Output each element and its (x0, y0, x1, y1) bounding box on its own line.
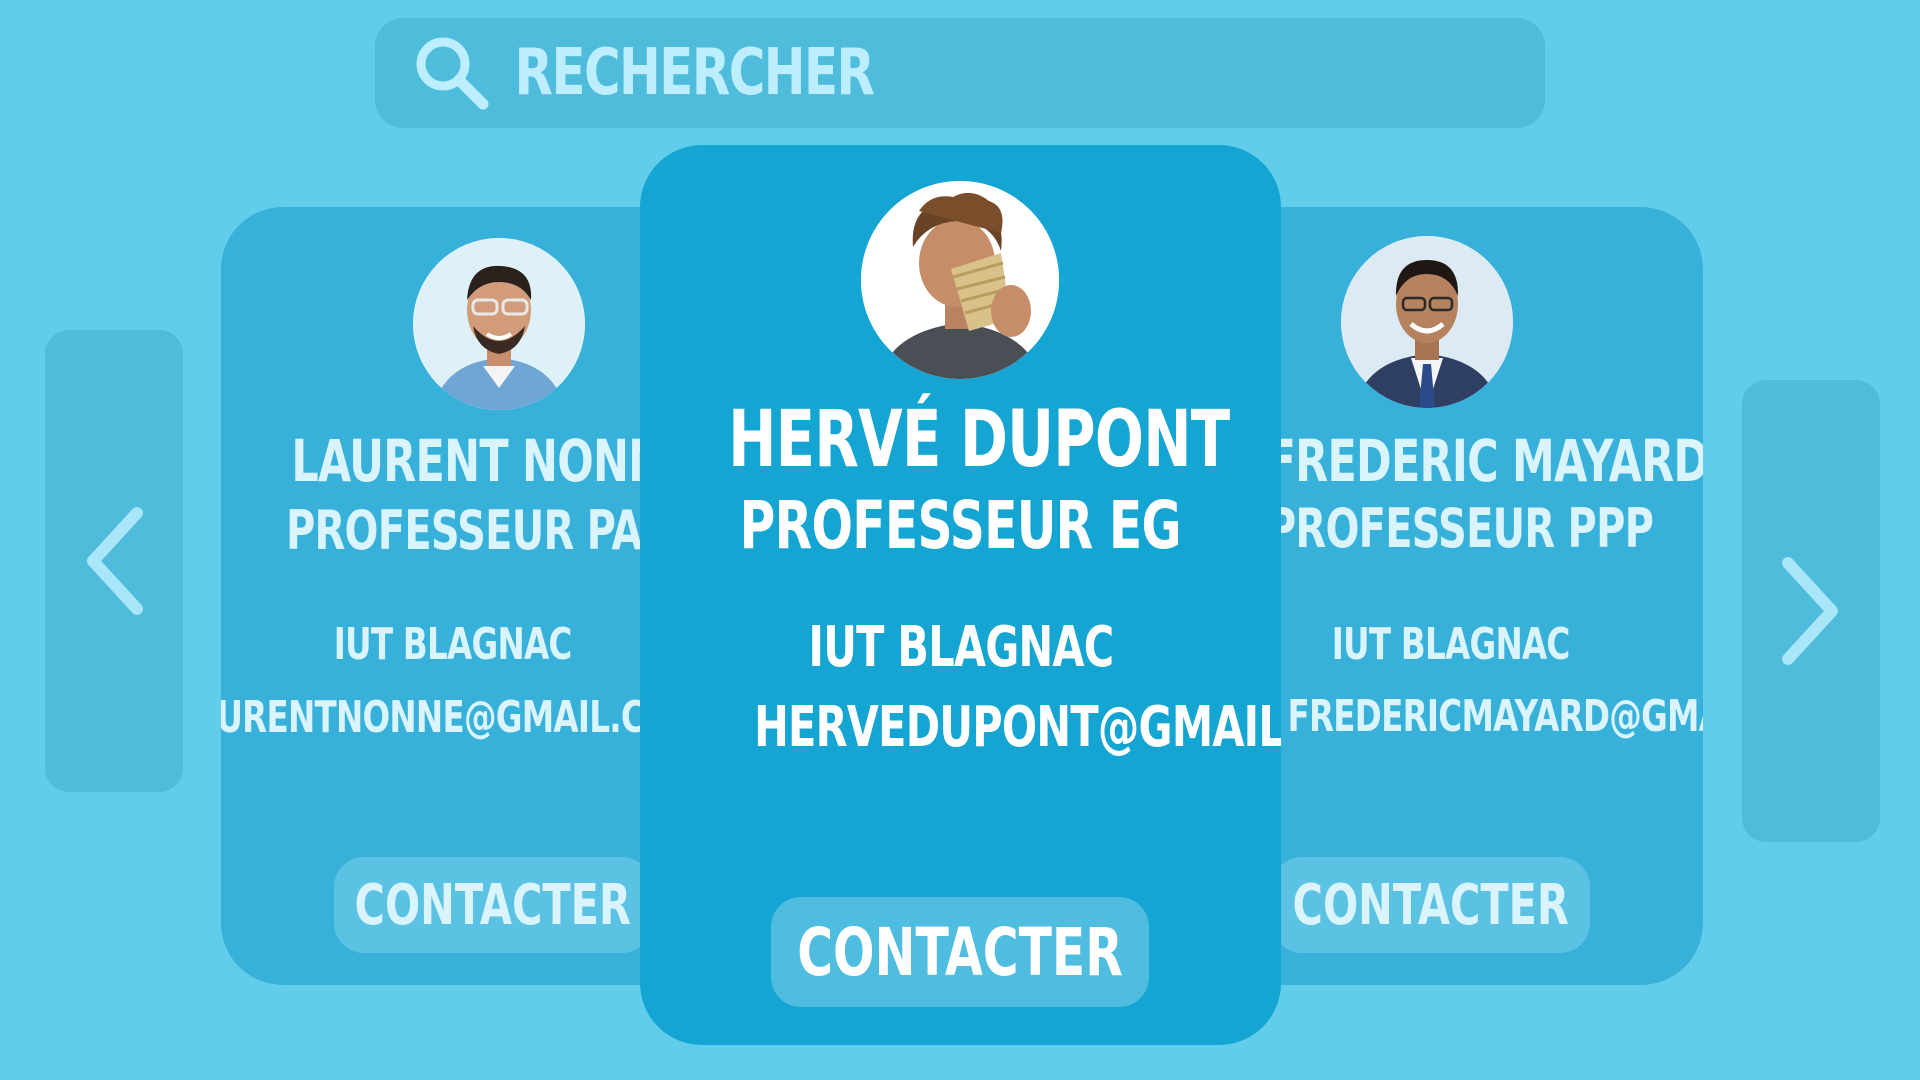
contact-button[interactable]: CONTACTER (334, 857, 652, 953)
profile-name: HERVÉ DUPONT (728, 395, 1230, 485)
contact-button[interactable]: CONTACTER (771, 897, 1149, 1007)
profile-name: LAURENT NONNE (291, 427, 692, 495)
profile-card-herve: HERVÉ DUPONT PROFESSEUR EG IUT BLAGNAC H… (640, 145, 1281, 1045)
search-input[interactable] (513, 35, 1297, 111)
profile-role: PROFESSEUR PPP (1266, 497, 1654, 560)
profile-email: FREDERICMAYARD@GMAIL.COM (1287, 691, 1703, 742)
profile-email: HERVEDUPONT@GMAIL.COM (754, 695, 1281, 760)
profile-role: PROFESSEUR EG (739, 487, 1182, 564)
profile-role: PROFESSEUR PAI (285, 499, 657, 562)
previous-button[interactable] (45, 330, 183, 792)
chevron-left-icon (87, 507, 143, 615)
profile-card-frederic: FREDERIC MAYARD PROFESSEUR PPP IUT BLAGN… (1219, 207, 1703, 985)
profile-card-laurent: LAURENT NONNE PROFESSEUR PAI IUT BLAGNAC… (221, 207, 705, 985)
profile-school: IUT BLAGNAC (334, 619, 573, 670)
avatar (413, 238, 585, 410)
profile-name: FREDERIC MAYARD (1266, 427, 1703, 495)
profile-email: LAURENTNONNE@GMAIL.COM (221, 692, 703, 743)
avatar (861, 181, 1059, 379)
search-icon[interactable] (411, 32, 493, 114)
profile-school: IUT BLAGNAC (1332, 619, 1571, 670)
next-button[interactable] (1742, 380, 1880, 842)
profile-school: IUT BLAGNAC (808, 615, 1114, 680)
avatar (1341, 236, 1513, 408)
contact-button[interactable]: CONTACTER (1272, 857, 1590, 953)
chevron-right-icon (1782, 557, 1838, 665)
search-bar[interactable] (375, 18, 1545, 128)
carousel-page: LAURENT NONNE PROFESSEUR PAI IUT BLAGNAC… (0, 0, 1920, 1080)
